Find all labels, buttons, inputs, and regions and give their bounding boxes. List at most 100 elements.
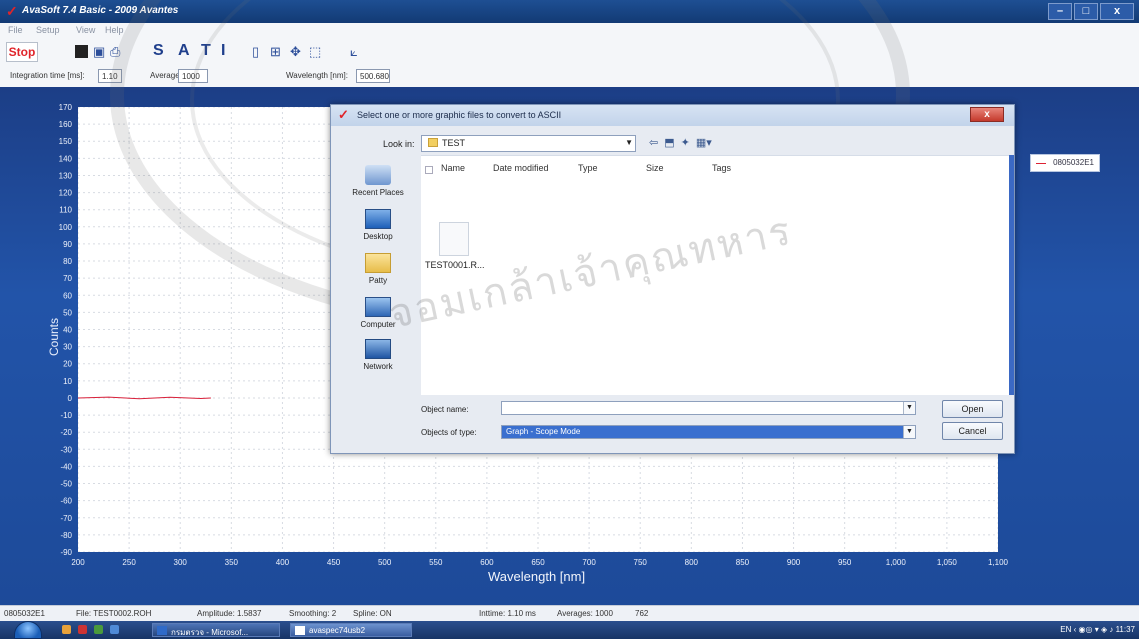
tray-icons[interactable]: ‹ ◉◎ ▾ ◈ ♪: [1074, 625, 1116, 634]
objects-type-select[interactable]: Graph - Scope Mode ▼: [501, 425, 916, 439]
look-in-label: Look in:: [383, 139, 415, 149]
wavelength-input[interactable]: 500.680: [356, 69, 390, 83]
app-screen: ✓ AvaSoft 7.4 Basic - 2009 Avantes – □ x…: [0, 0, 1139, 639]
status-amplitude: Amplitude: 1.5837: [197, 609, 262, 618]
select-all-checkbox[interactable]: [425, 166, 433, 174]
object-name-label: Object name:: [421, 405, 469, 414]
menu-file[interactable]: File: [8, 25, 23, 35]
chevron-down-icon[interactable]: ▼: [903, 402, 915, 414]
legend-series-label: 0805032E1: [1053, 158, 1094, 167]
file-list[interactable]: Name Date modified Type Size Tags TEST00…: [421, 155, 1011, 395]
legend[interactable]: 0805032E1: [1030, 154, 1100, 172]
bar-icon[interactable]: ▯: [252, 45, 259, 59]
menu-setup[interactable]: Setup: [36, 25, 60, 35]
place-recent[interactable]: Recent Places: [337, 165, 419, 197]
place-network[interactable]: Network: [337, 339, 419, 371]
dialog-close-button[interactable]: x: [970, 107, 1004, 122]
app-icon: ✓: [6, 3, 18, 19]
menu-bar: File Setup View Help: [0, 23, 1139, 37]
column-tags[interactable]: Tags: [712, 163, 731, 173]
parameter-bar: Integration time [ms]: 1.10 Average: 100…: [0, 67, 1139, 87]
quicklaunch-browser-icon[interactable]: [110, 625, 119, 634]
computer-icon: [365, 297, 391, 317]
recent-places-icon: [365, 165, 391, 185]
chevron-down-icon[interactable]: ▼: [903, 426, 915, 438]
place-user[interactable]: Patty: [337, 253, 419, 285]
stop-button[interactable]: Stop: [6, 42, 38, 62]
file-name: TEST0001.R...: [425, 260, 485, 270]
open-button[interactable]: Open: [942, 400, 1003, 418]
place-desktop[interactable]: Desktop: [337, 209, 419, 241]
file-item[interactable]: TEST0001.R...: [425, 222, 485, 270]
column-date-modified[interactable]: Date modified: [493, 163, 549, 173]
status-count: 762: [635, 609, 649, 618]
network-icon: [365, 339, 391, 359]
quicklaunch-media-icon[interactable]: [94, 625, 103, 634]
maximize-button[interactable]: □: [1074, 3, 1098, 20]
start-button[interactable]: [14, 621, 42, 639]
menu-view[interactable]: View: [76, 25, 95, 35]
save-icon[interactable]: ▣: [93, 45, 105, 59]
dialog-title-bar: ✓ Select one or more graphic files to co…: [331, 105, 1014, 126]
chart-icon[interactable]: ⟀: [350, 45, 358, 59]
mode-scope-button[interactable]: S: [153, 42, 164, 60]
language-indicator[interactable]: EN: [1060, 625, 1071, 634]
task-avasoft[interactable]: avaspec74usb2: [290, 623, 412, 637]
status-spline: Spline: ON: [353, 609, 392, 618]
quicklaunch-explorer-icon[interactable]: [62, 625, 71, 634]
status-device: 0805032E1: [4, 609, 45, 618]
avasoft-task-icon: [295, 626, 305, 635]
clock[interactable]: 11:37: [1116, 625, 1135, 634]
legend-swatch: [1036, 163, 1046, 164]
objects-type-label: Objects of type:: [421, 428, 477, 437]
integration-label: Integration time [ms]:: [10, 71, 85, 80]
file-icon: [439, 222, 469, 256]
view-menu-icon[interactable]: ▦▾: [696, 136, 712, 149]
zoom-icon[interactable]: ✥: [290, 45, 301, 59]
places-bar: Recent Places Desktop Patty Computer Net…: [337, 157, 419, 437]
status-file: File: TEST0002.ROH: [76, 609, 152, 618]
mode-transmission-button[interactable]: T: [201, 42, 211, 60]
new-folder-icon[interactable]: ✦: [681, 136, 690, 149]
task-word[interactable]: กรมตรวจ - Microsof...: [152, 623, 280, 637]
integration-input[interactable]: 1.10: [98, 69, 122, 83]
look-in-value: TEST: [442, 138, 466, 148]
look-in-select[interactable]: TEST ▼: [421, 135, 636, 152]
desktop-icon: [365, 209, 391, 229]
word-icon: [157, 626, 167, 635]
average-input[interactable]: 1000: [178, 69, 208, 83]
y-axis-label: Counts: [47, 317, 61, 357]
dark-icon[interactable]: [75, 45, 88, 58]
minimize-button[interactable]: –: [1048, 3, 1072, 20]
window-controls: – □ x: [1048, 3, 1134, 20]
up-folder-icon[interactable]: ⬒: [664, 136, 674, 149]
grid-icon[interactable]: ⊞: [270, 45, 281, 59]
file-list-scrollbar[interactable]: [1009, 155, 1014, 395]
column-name[interactable]: Name: [441, 163, 465, 173]
cancel-button[interactable]: Cancel: [942, 422, 1003, 440]
place-computer[interactable]: Computer: [337, 297, 419, 329]
print-icon[interactable]: ⎙: [110, 45, 120, 59]
wavelength-label: Wavelength [nm]:: [286, 71, 348, 80]
taskbar: กรมตรวจ - Microsof... avaspec74usb2 EN ‹…: [0, 621, 1139, 639]
mode-irradiance-button[interactable]: I: [221, 42, 225, 60]
open-file-dialog: ✓ Select one or more graphic files to co…: [330, 104, 1015, 454]
quicklaunch-app-icon[interactable]: [78, 625, 87, 634]
close-button[interactable]: x: [1100, 3, 1134, 20]
folder-icon: [428, 138, 438, 147]
status-bar: 0805032E1 File: TEST0002.ROH Amplitude: …: [0, 605, 1139, 621]
column-type[interactable]: Type: [578, 163, 598, 173]
mode-absorbance-button[interactable]: A: [178, 42, 190, 60]
dialog-app-icon: ✓: [338, 107, 349, 122]
chevron-down-icon: ▼: [625, 138, 633, 147]
dialog-title: Select one or more graphic files to conv…: [357, 110, 562, 120]
dialog-nav-icons: ⇦ ⬒ ✦ ▦▾: [649, 136, 712, 149]
status-smoothing: Smoothing: 2: [289, 609, 337, 618]
title-bar: ✓ AvaSoft 7.4 Basic - 2009 Avantes – □ x: [0, 0, 1139, 23]
select-icon[interactable]: ⬚: [309, 45, 321, 59]
back-icon[interactable]: ⇦: [649, 136, 658, 149]
object-name-input[interactable]: ▼: [501, 401, 916, 415]
toolbar: Stop ▣ ⎙ S A T I ▯ ⊞ ✥ ⬚ ⟀: [0, 37, 1139, 67]
menu-help[interactable]: Help: [105, 25, 124, 35]
column-size[interactable]: Size: [646, 163, 664, 173]
